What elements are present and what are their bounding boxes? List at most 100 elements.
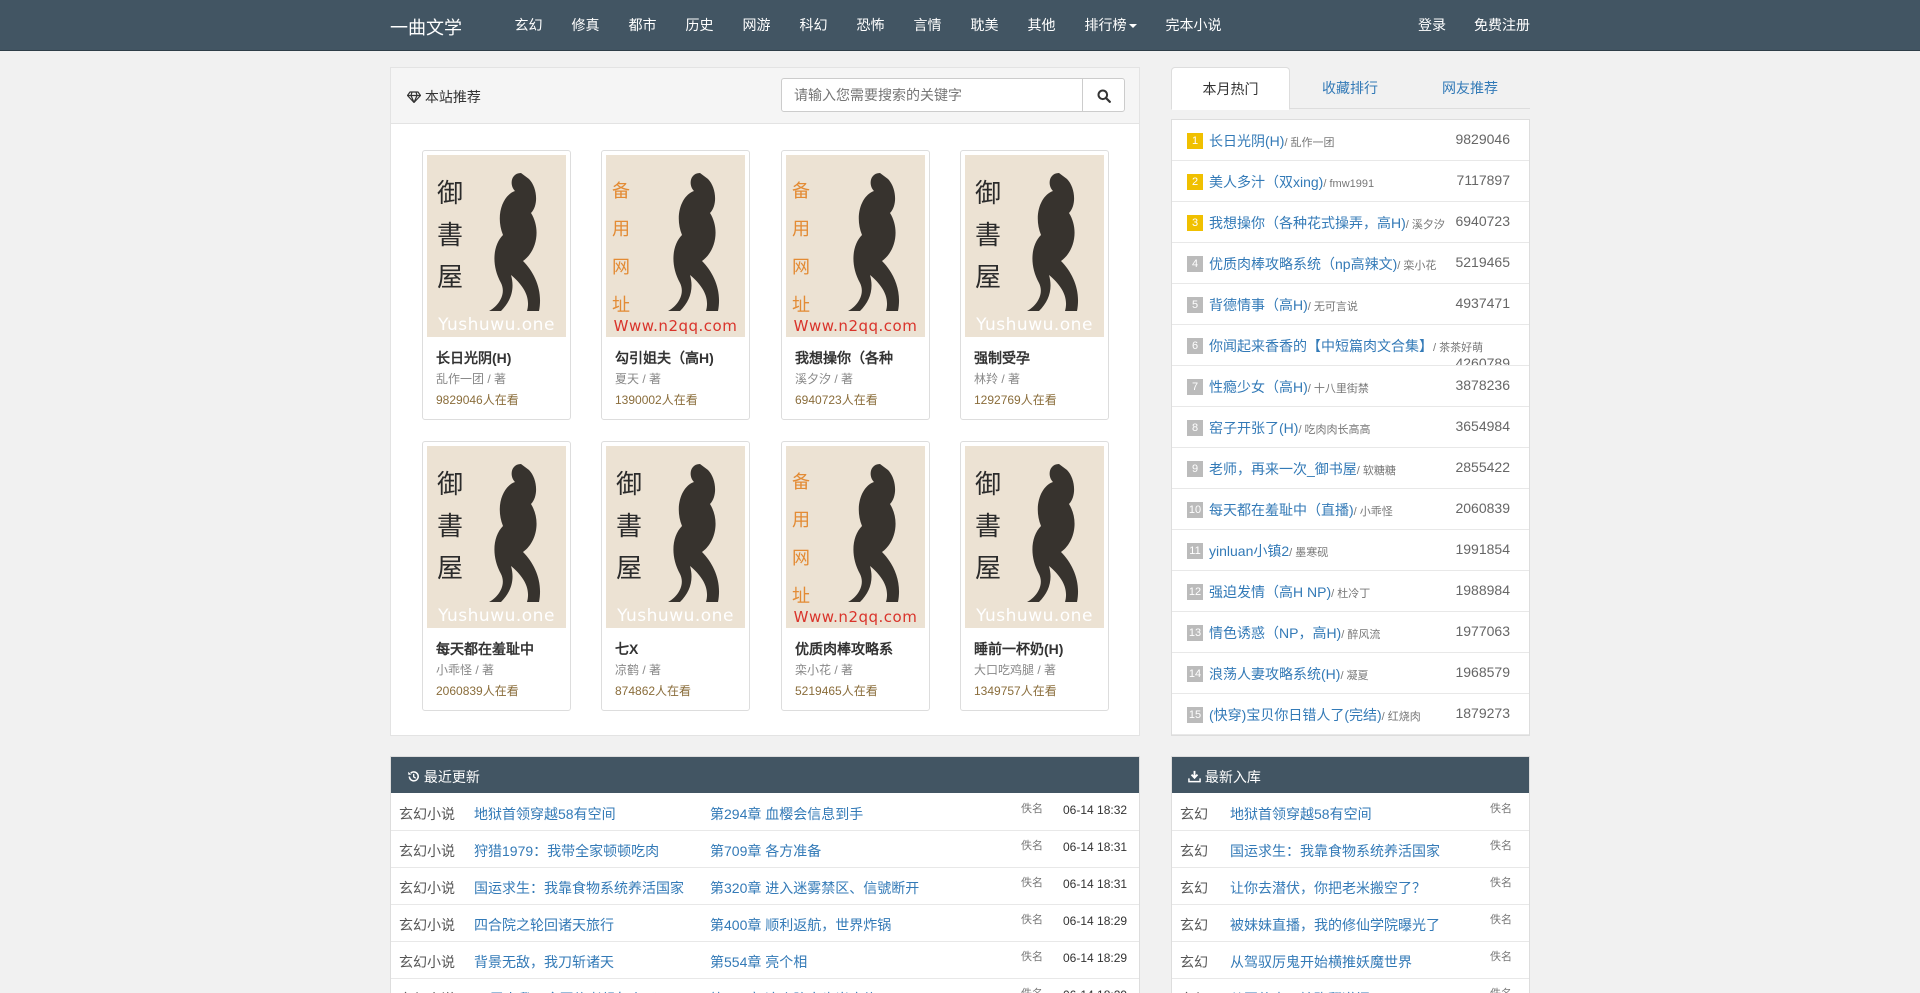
update-chapter-link[interactable]: 第709章 各方准备 — [710, 841, 821, 861]
book-card[interactable]: 备用网址 Www.n2qq.com 勾引姐夫（高H) 夏天 / 著 1390002人在看 — [601, 150, 750, 420]
tab-favorites-rank[interactable]: 收藏排行 — [1290, 67, 1410, 109]
rank-book-link[interactable]: 情色诱惑（NP，高H) — [1209, 625, 1341, 641]
rank-book-link[interactable]: 每天都在羞耻中（直播) — [1209, 502, 1354, 518]
book-title-link[interactable]: 勾引姐夫（高H) — [615, 348, 740, 368]
login-link[interactable]: 登录 — [1390, 0, 1446, 50]
book-card[interactable]: 御書屋 Yushuwu.one 每天都在羞耻中 小乖怪 / 著 2060839人在看 — [422, 441, 571, 711]
book-title-link[interactable]: 强制受孕 — [974, 348, 1099, 368]
recent-updates-panel: 最近更新 玄幻小说 地狱首领穿越58有空间 第294章 血樱会信息到手 佚名 06-14… — [390, 756, 1140, 993]
update-book-link[interactable]: 地狱首领穿越58有空间 — [474, 804, 616, 824]
rank-row: 10 每天都在羞耻中（直播)/ 小乖怪 2060839 — [1172, 489, 1529, 530]
new-books-panel: 最新入库 玄幻 地狱首领穿越58有空间 佚名 玄幻 国运求生：我靠食物系统养活国家 佚名玄… — [1171, 756, 1530, 993]
search-input[interactable] — [781, 78, 1083, 112]
cover-vertical-text: 御書屋 — [975, 173, 1005, 299]
rank-book-link[interactable]: 老师，再来一次_御书屋 — [1209, 461, 1357, 477]
update-chapter-link[interactable]: 第337章 这个阵容也当魔修？ — [710, 989, 891, 993]
update-author: 佚名 — [1021, 914, 1043, 926]
rank-view-count: 1991854 — [1453, 541, 1510, 557]
book-cover-image[interactable]: 御書屋 Yushuwu.one — [965, 155, 1104, 337]
book-title-link[interactable]: 优质肉棒攻略系 — [795, 639, 920, 659]
rank-book-link[interactable]: 性瘾少女（高H) — [1209, 379, 1308, 395]
update-book-link[interactable]: 74层人我，全网修者组欠么了 — [474, 989, 658, 993]
nav-item-lishi[interactable]: 历史 — [671, 0, 728, 50]
rank-book-link[interactable]: 强迫发情（高H NP) — [1209, 584, 1331, 600]
site-logo[interactable]: 一曲文学 — [390, 14, 462, 40]
update-time: 06-14 18:31 — [1063, 840, 1128, 854]
book-card[interactable]: 御書屋 Yushuwu.one 七X 凉鹤 / 著 874862人在看 — [601, 441, 750, 711]
nav-item-ranking-dropdown[interactable]: 排行榜 — [1070, 0, 1151, 50]
book-views: 1292769人在看 — [974, 393, 1057, 407]
rank-book-link[interactable]: yinluan小镇2 — [1209, 543, 1289, 559]
rank-book-link[interactable]: 你闻起来香香的【中短篇肉文合集】 — [1209, 338, 1433, 354]
new-book-link[interactable]: 从驾驭厉鬼开始横推妖魔世界 — [1230, 952, 1412, 972]
nav-item-danmei[interactable]: 耽美 — [956, 0, 1013, 50]
book-card[interactable]: 御書屋 Yushuwu.one 睡前一杯奶(H) 大口吃鸡腿 / 著 1349757人在… — [960, 441, 1109, 711]
nav-item-yanqing[interactable]: 言情 — [899, 0, 956, 50]
rank-book-link[interactable]: 长日光阴(H) — [1209, 133, 1284, 149]
update-chapter-link[interactable]: 第400章 顺利返航，世界炸锅 — [710, 915, 891, 935]
book-title-link[interactable]: 我想操你（各种 — [795, 348, 920, 368]
cover-char: 用 — [792, 219, 810, 240]
nav-item-xuanhuan[interactable]: 玄幻 — [500, 0, 557, 50]
search-button[interactable] — [1082, 78, 1125, 112]
book-title-link[interactable]: 每天都在羞耻中 — [436, 639, 561, 659]
user-nav: 登录 免费注册 — [1390, 0, 1530, 50]
new-book-row: 玄幻 被妹妹直播，我的修仙学院曝光了 佚名 — [1172, 905, 1529, 942]
update-chapter-link[interactable]: 第554章 亮个相 — [710, 952, 807, 972]
register-link[interactable]: 免费注册 — [1446, 0, 1530, 50]
rank-row: 15 (快穿)宝贝你日错人了(完结)/ 红烧肉 1879273 — [1172, 694, 1529, 735]
book-card[interactable]: 御書屋 Yushuwu.one 强制受孕 林羚 / 著 1292769人在看 — [960, 150, 1109, 420]
rank-book-link[interactable]: 背德情事（高H) — [1209, 297, 1308, 313]
new-book-link[interactable]: 国运求生：我靠食物系统养活国家 — [1230, 841, 1440, 861]
update-chapter-link[interactable]: 第294章 血樱会信息到手 — [710, 804, 863, 824]
tab-monthly-hot[interactable]: 本月热门 — [1171, 67, 1290, 110]
rank-book-link[interactable]: 优质肉棒攻略系统（np高辣文) — [1209, 256, 1397, 272]
rank-book-author: / 茶茶好萌 — [1433, 342, 1484, 354]
nav-item-completed[interactable]: 完本小说 — [1151, 0, 1236, 50]
book-cover-image[interactable]: 御書屋 Yushuwu.one — [427, 155, 566, 337]
update-chapter-link[interactable]: 第320章 进入迷雾禁区、信號断开 — [710, 878, 919, 898]
rank-book-author: / 杜冷丁 — [1331, 588, 1371, 600]
new-book-link[interactable]: 被妹妹直播，我的修仙学院曝光了 — [1230, 915, 1440, 935]
update-book-link[interactable]: 背景无敌，我刀斩诸天 — [474, 952, 614, 972]
ranking-dropdown-label: 排行榜 — [1084, 17, 1127, 33]
book-title-link[interactable]: 长日光阴(H) — [436, 348, 561, 368]
book-cover-image[interactable]: 御書屋 Yushuwu.one — [965, 446, 1104, 628]
book-card[interactable]: 御書屋 Yushuwu.one 长日光阴(H) 乱作一团 / 著 9829046人在看 — [422, 150, 571, 420]
rank-book-link[interactable]: 美人多汁（双xing) — [1209, 174, 1323, 190]
book-card[interactable]: 备用网址 Www.n2qq.com 优质肉棒攻略系 栾小花 / 著 5219465人在看 — [781, 441, 930, 711]
book-cover-image[interactable]: 御書屋 Yushuwu.one — [606, 446, 745, 628]
nav-item-kongbu[interactable]: 恐怖 — [842, 0, 899, 50]
rank-book-link[interactable]: 我想操你（各种花式操弄，高H) — [1209, 215, 1406, 231]
nav-item-dushi[interactable]: 都市 — [614, 0, 671, 50]
rank-book-entry: 我想操你（各种花式操弄，高H)/ 溪夕汐 — [1209, 213, 1445, 233]
update-book-link[interactable]: 四合院之轮回诸天旅行 — [474, 915, 614, 935]
new-book-link[interactable]: 从灭仙毒开始砍翻道门 — [1230, 989, 1370, 993]
nav-item-kehuan[interactable]: 科幻 — [785, 0, 842, 50]
rank-number-badge: 12 — [1187, 584, 1203, 600]
top-navbar: 一曲文学 玄幻 修真 都市 历史 网游 科幻 恐怖 言情 耽美 其他 排行榜 完… — [0, 0, 1920, 51]
rank-book-entry: 老师，再来一次_御书屋/ 软糖糖 — [1209, 459, 1396, 479]
new-book-link[interactable]: 让你去潜伏，你把老米搬空了？ — [1230, 878, 1426, 898]
update-book-link[interactable]: 狩猎1979：我带全家顿顿吃肉 — [474, 841, 659, 861]
rank-book-link[interactable]: 窑子开张了(H) — [1209, 420, 1298, 436]
book-card[interactable]: 备用网址 Www.n2qq.com 我想操你（各种 溪夕汐 / 著 6940723人在看 — [781, 150, 930, 420]
book-title-link[interactable]: 七X — [615, 639, 740, 659]
book-cover-image[interactable]: 备用网址 Www.n2qq.com — [786, 155, 925, 337]
cover-char: 御 — [437, 179, 464, 209]
cover-char: 屋 — [616, 554, 643, 584]
tab-user-recommend[interactable]: 网友推荐 — [1410, 67, 1530, 109]
nav-item-wangyou[interactable]: 网游 — [728, 0, 785, 50]
book-cover-image[interactable]: 御書屋 Yushuwu.one — [427, 446, 566, 628]
book-cover-image[interactable]: 备用网址 Www.n2qq.com — [606, 155, 745, 337]
rank-book-link[interactable]: (快穿)宝贝你日错人了(完结) — [1209, 707, 1382, 723]
nav-item-qita[interactable]: 其他 — [1013, 0, 1070, 50]
rank-book-link[interactable]: 浪荡人妻攻略系统(H) — [1209, 666, 1340, 682]
cover-vertical-text: 备用网址 — [612, 173, 642, 325]
new-book-link[interactable]: 地狱首领穿越58有空间 — [1230, 804, 1372, 824]
book-title-link[interactable]: 睡前一杯奶(H) — [974, 639, 1099, 659]
nav-item-xiuzhen[interactable]: 修真 — [557, 0, 614, 50]
update-book-link[interactable]: 国运求生：我靠食物系统养活国家 — [474, 878, 684, 898]
cover-char: 用 — [612, 219, 630, 240]
book-cover-image[interactable]: 备用网址 Www.n2qq.com — [786, 446, 925, 628]
